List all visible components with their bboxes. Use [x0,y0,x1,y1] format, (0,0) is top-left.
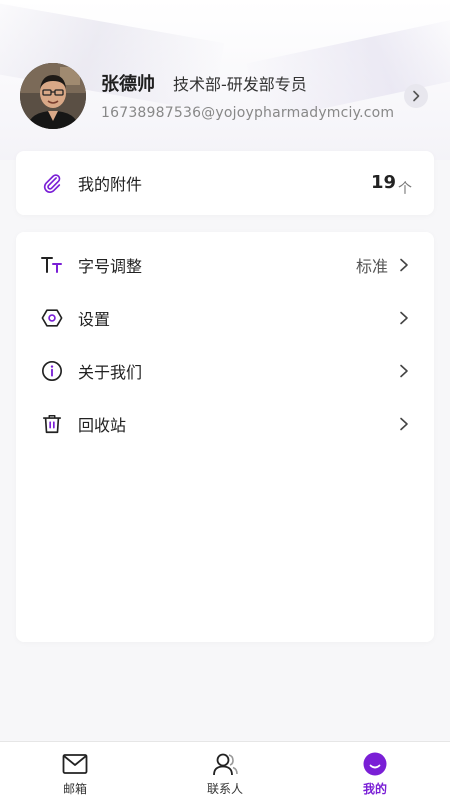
trash-icon [41,413,63,435]
avatar-image [20,63,86,129]
bottom-tab-bar: 邮箱 联系人 我的 [0,741,450,800]
attachments-label: 我的附件 [78,174,143,194]
menu-item-recycle-bin[interactable]: 回收站 [16,397,434,450]
attachments-unit: 个 [398,181,412,197]
profile-header[interactable]: 张德帅 技术部-研发部专员 16738987536@yojoypharmadym… [20,63,430,129]
menu-item-label: 关于我们 [78,362,143,382]
attachments-row[interactable]: 我的附件 19 个 [16,156,434,209]
tab-label: 联系人 [206,782,243,796]
profile-name: 张德帅 [101,74,155,95]
chevron-right-icon [400,311,408,324]
info-icon [41,360,63,382]
attachments-card: 我的附件 19 个 [16,151,434,215]
chevron-right-icon [400,258,408,271]
tab-mine[interactable]: 我的 [300,742,450,800]
attachments-count: 19 [370,172,396,193]
profile-department: 技术部-研发部专员 [173,75,307,94]
menu-item-font-size[interactable]: 字号调整 标准 [16,238,434,291]
tab-mail[interactable]: 邮箱 [0,742,150,800]
settings-hex-icon [41,307,63,329]
mail-icon [62,754,88,774]
profile-page: 张德帅 技术部-研发部专员 16738987536@yojoypharmadym… [0,0,450,800]
menu-item-about[interactable]: 关于我们 [16,344,434,397]
profile-smile-icon [363,752,387,776]
tab-label: 我的 [362,782,387,796]
menu-item-label: 回收站 [78,415,127,435]
profile-email: 16738987536@yojoypharmadymciy.com [101,105,395,121]
avatar [20,63,86,129]
menu-item-label: 字号调整 [78,256,143,276]
font-size-value: 标准 [355,256,388,276]
font-size-icon [41,254,63,276]
menu-item-label: 设置 [78,309,111,329]
contacts-icon [213,753,238,776]
paperclip-icon [41,172,63,194]
settings-menu-card: 字号调整 标准 设置 关于我们 回收站 [16,232,434,642]
chevron-right-icon [400,417,408,430]
tab-contacts[interactable]: 联系人 [150,742,300,800]
profile-chevron-right-icon[interactable] [404,84,428,108]
tab-label: 邮箱 [62,782,87,796]
chevron-right-icon [400,364,408,377]
menu-item-settings[interactable]: 设置 [16,291,434,344]
